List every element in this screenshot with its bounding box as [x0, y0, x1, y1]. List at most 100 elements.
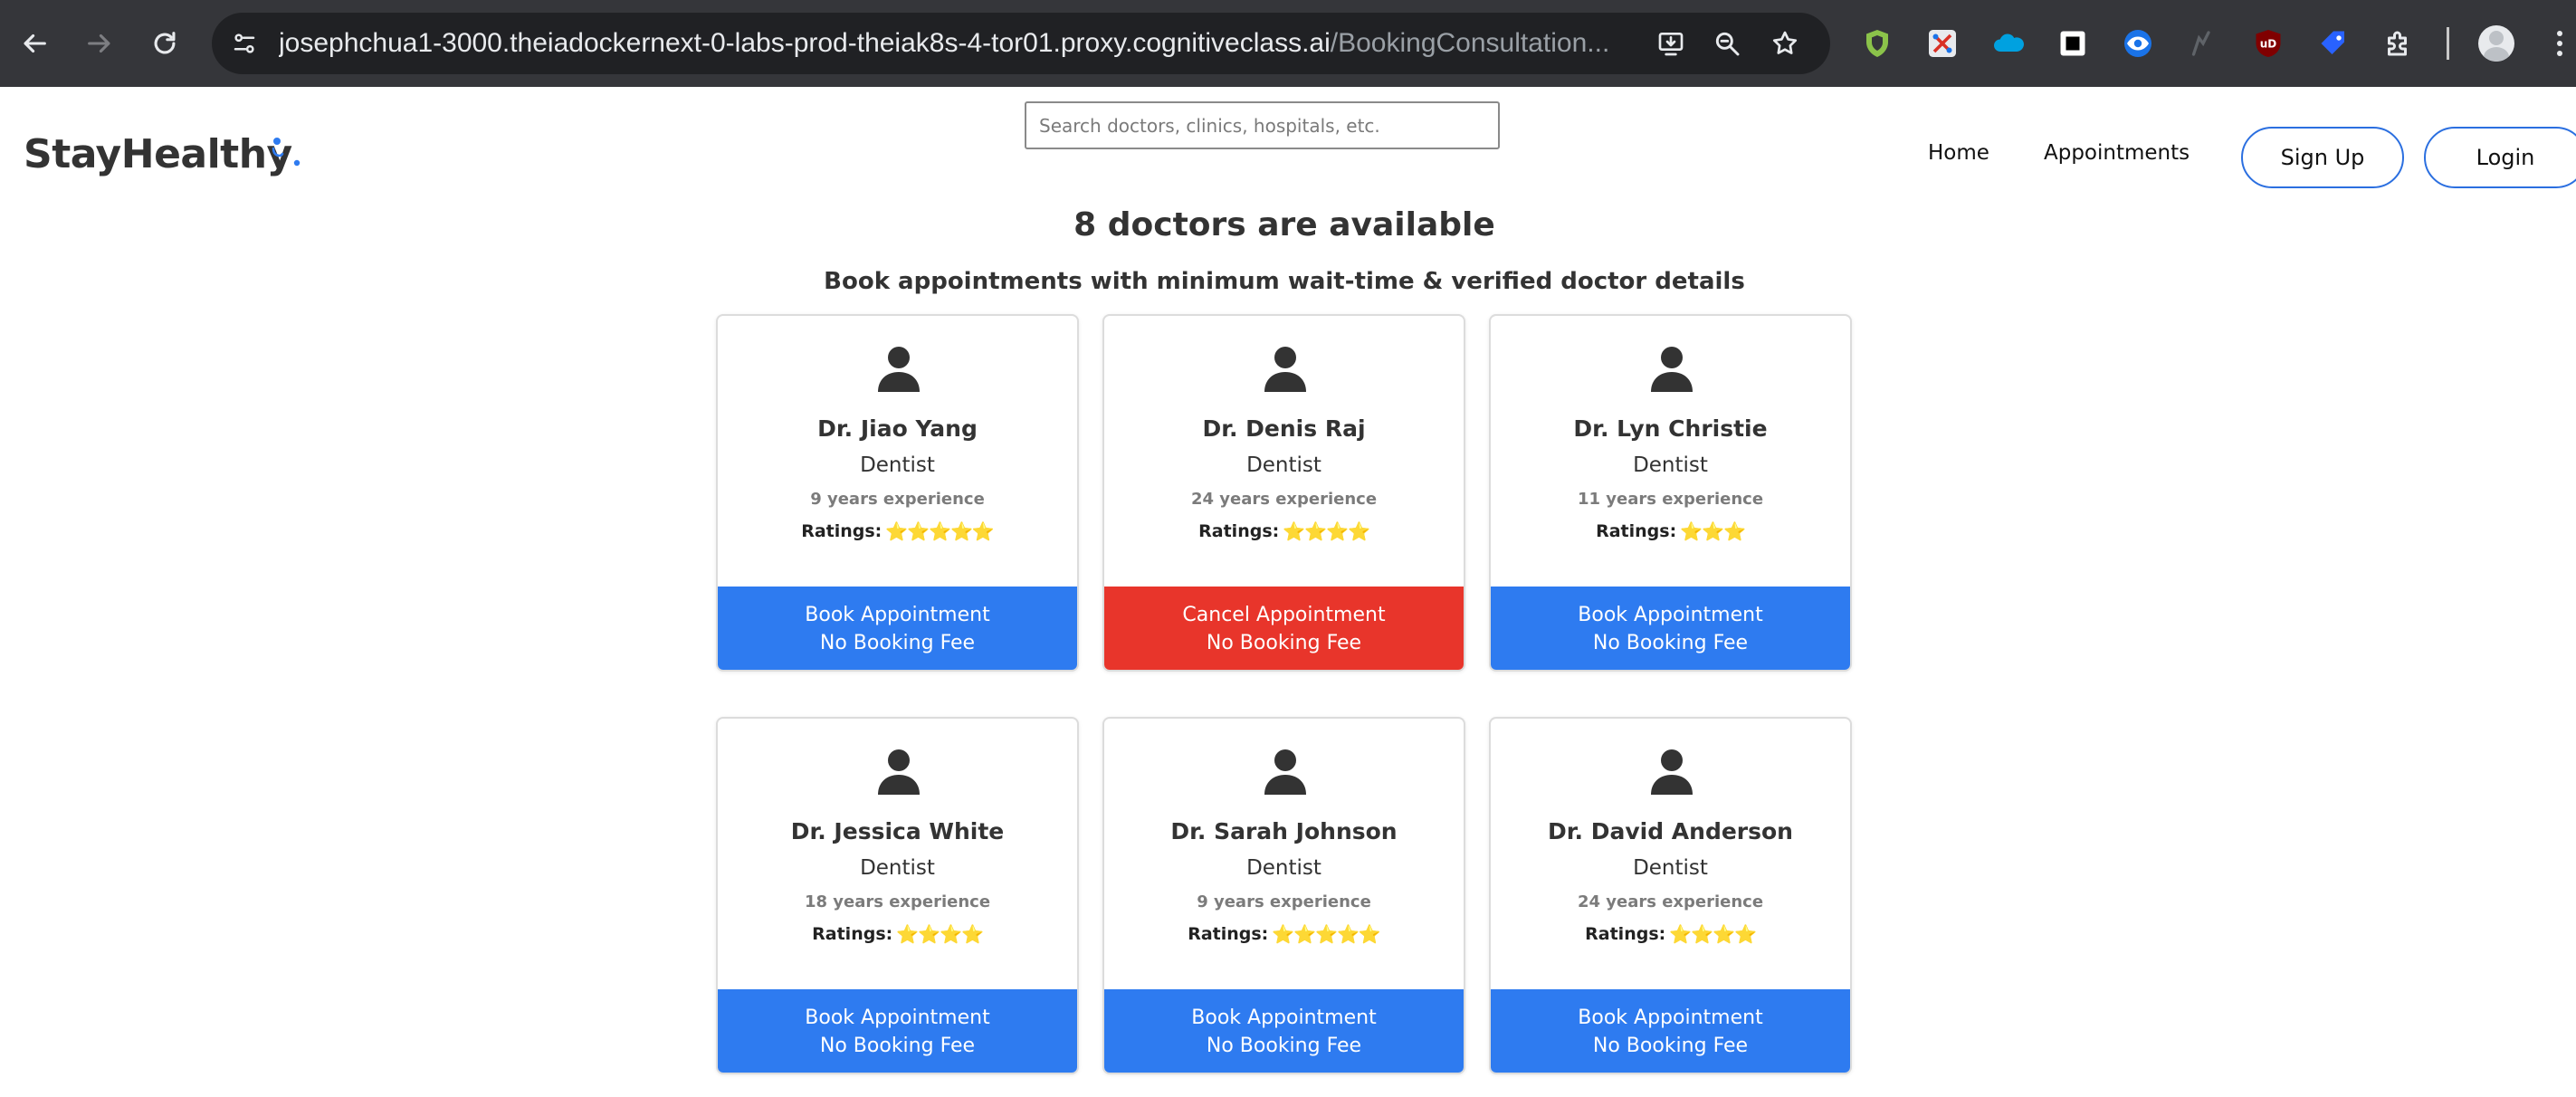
doctor-name: Dr. Denis Raj [1202, 415, 1366, 442]
login-button[interactable]: Login [2424, 127, 2576, 188]
doctor-experience: 18 years experience [804, 892, 991, 911]
doctor-avatar-icon [1264, 347, 1306, 392]
rating-stars: ⭐⭐⭐ [1680, 520, 1746, 543]
url-text[interactable]: josephchua1-3000.theiadockernext-0-labs-… [279, 13, 1854, 74]
doctor-experience: 9 years experience [1197, 892, 1371, 911]
doctor-avatar-icon [1264, 749, 1306, 795]
rating-stars: ⭐⭐⭐⭐ [1669, 923, 1757, 946]
button-action-label: Book Appointment [1578, 604, 1763, 626]
forward-icon[interactable] [76, 20, 123, 67]
doctor-experience: 11 years experience [1577, 490, 1764, 509]
salesforce-extension-icon[interactable] [1988, 24, 2027, 63]
doctor-name: Dr. David Anderson [1548, 818, 1793, 844]
install-app-icon[interactable] [1653, 25, 1689, 62]
profile-avatar-icon[interactable] [2478, 25, 2514, 62]
doctor-rating: Ratings: ⭐⭐⭐⭐ [1104, 520, 1464, 543]
shield-extension-icon[interactable] [1857, 24, 1897, 63]
square-extension-icon[interactable] [2053, 24, 2093, 63]
doctor-rating: Ratings: ⭐⭐⭐⭐⭐ [718, 520, 1077, 543]
button-fee-label: No Booking Fee [1206, 1035, 1362, 1057]
address-bar[interactable]: josephchua1-3000.theiadockernext-0-labs-… [212, 13, 1830, 74]
doctor-name: Dr. Jiao Yang [817, 415, 978, 442]
doctor-avatar-icon [878, 749, 920, 795]
ratings-label: Ratings: [812, 924, 893, 944]
rating-stars: ⭐⭐⭐⭐⭐ [885, 520, 995, 543]
doctor-avatar-icon [878, 347, 920, 392]
browser-toolbar: josephchua1-3000.theiadockernext-0-labs-… [0, 0, 2576, 87]
stethoscope-icon [272, 138, 301, 167]
doctor-speciality: Dentist [1633, 453, 1708, 477]
doctor-experience: 9 years experience [810, 490, 985, 509]
toolbar-divider [2447, 27, 2449, 60]
doctor-card: Dr. Jiao Yang Dentist 9 years experience… [716, 314, 1079, 672]
doctor-card: Dr. David Anderson Dentist 24 years expe… [1489, 717, 1852, 1074]
doctor-speciality: Dentist [860, 856, 935, 880]
doctor-card: Dr. Denis Raj Dentist 24 years experienc… [1102, 314, 1465, 672]
brand-logo[interactable]: StayHealthy [24, 127, 292, 181]
sign-up-button[interactable]: Sign Up [2241, 127, 2404, 188]
rating-stars: ⭐⭐⭐⭐ [896, 923, 984, 946]
book-appointment-button[interactable]: Book Appointment No Booking Fee [1491, 989, 1850, 1073]
page-title: 8 doctors are available [1073, 206, 1495, 243]
bookmark-star-icon[interactable] [1767, 25, 1803, 62]
button-fee-label: No Booking Fee [1592, 632, 1749, 654]
book-appointment-button[interactable]: Book Appointment No Booking Fee [1104, 989, 1464, 1073]
book-appointment-button[interactable]: Book Appointment No Booking Fee [718, 989, 1077, 1073]
back-icon[interactable] [11, 20, 58, 67]
doctor-speciality: Dentist [860, 453, 935, 477]
tag-extension-icon[interactable] [2314, 24, 2353, 63]
doctor-card-grid: Dr. Jiao Yang Dentist 9 years experience… [716, 314, 1853, 1074]
svg-text:uD: uD [2260, 38, 2277, 51]
rating-stars: ⭐⭐⭐⭐⭐ [1272, 923, 1381, 946]
doctor-speciality: Dentist [1246, 453, 1321, 477]
search-input[interactable] [1025, 101, 1500, 149]
ratings-label: Ratings: [801, 521, 883, 541]
button-action-label: Book Appointment [1191, 1006, 1377, 1029]
site-info-icon[interactable] [224, 24, 264, 63]
doctor-speciality: Dentist [1633, 856, 1708, 880]
doctor-name: Dr. Sarah Johnson [1170, 818, 1398, 844]
ratings-label: Ratings: [1188, 924, 1269, 944]
button-action-label: Book Appointment [805, 1006, 990, 1029]
eye-extension-icon[interactable] [2118, 24, 2158, 63]
button-fee-label: No Booking Fee [819, 1035, 976, 1057]
doctor-card: Dr. Jessica White Dentist 18 years exper… [716, 717, 1079, 1074]
doctor-experience: 24 years experience [1577, 892, 1764, 911]
scissors-extension-icon[interactable] [1922, 24, 1962, 63]
button-fee-label: No Booking Fee [1206, 632, 1362, 654]
more-menu-icon[interactable] [2549, 24, 2571, 63]
zoom-icon[interactable] [1709, 25, 1745, 62]
ratings-label: Ratings: [1198, 521, 1280, 541]
doctor-speciality: Dentist [1246, 856, 1321, 880]
button-action-label: Book Appointment [1578, 1006, 1763, 1029]
doctor-rating: Ratings: ⭐⭐⭐⭐ [718, 923, 1077, 946]
button-fee-label: No Booking Fee [1592, 1035, 1749, 1057]
ublock-extension-icon[interactable]: uD [2248, 24, 2288, 63]
nav-home-link[interactable]: Home [1928, 138, 1989, 168]
doctor-name: Dr. Jessica White [790, 818, 1005, 844]
cancel-appointment-button[interactable]: Cancel Appointment No Booking Fee [1104, 587, 1464, 670]
puzzle-extensions-icon[interactable] [2379, 24, 2419, 63]
doctor-avatar-icon [1651, 749, 1693, 795]
doctor-rating: Ratings: ⭐⭐⭐ [1491, 520, 1850, 543]
ratings-label: Ratings: [1596, 521, 1677, 541]
book-appointment-button[interactable]: Book Appointment No Booking Fee [718, 587, 1077, 670]
doctor-avatar-icon [1651, 347, 1693, 392]
doctor-name: Dr. Lyn Christie [1573, 415, 1768, 442]
doctor-rating: Ratings: ⭐⭐⭐⭐ [1491, 923, 1850, 946]
button-fee-label: No Booking Fee [819, 632, 976, 654]
reload-icon[interactable] [141, 20, 188, 67]
doctor-rating: Ratings: ⭐⭐⭐⭐⭐ [1104, 923, 1464, 946]
rating-stars: ⭐⭐⭐⭐ [1283, 520, 1370, 543]
doctor-experience: 24 years experience [1190, 490, 1378, 509]
doctor-card: Dr. Sarah Johnson Dentist 9 years experi… [1102, 717, 1465, 1074]
button-action-label: Book Appointment [805, 604, 990, 626]
pen-extension-icon[interactable] [2183, 24, 2223, 63]
page-subtitle: Book appointments with minimum wait-time… [824, 268, 1745, 295]
nav-appointments-link[interactable]: Appointments [2044, 138, 2190, 168]
button-action-label: Cancel Appointment [1182, 604, 1386, 626]
url-path: /BookingConsultation... [1330, 28, 1610, 58]
ratings-label: Ratings: [1585, 924, 1666, 944]
book-appointment-button[interactable]: Book Appointment No Booking Fee [1491, 587, 1850, 670]
brand-name: StayHealthy [24, 130, 292, 177]
